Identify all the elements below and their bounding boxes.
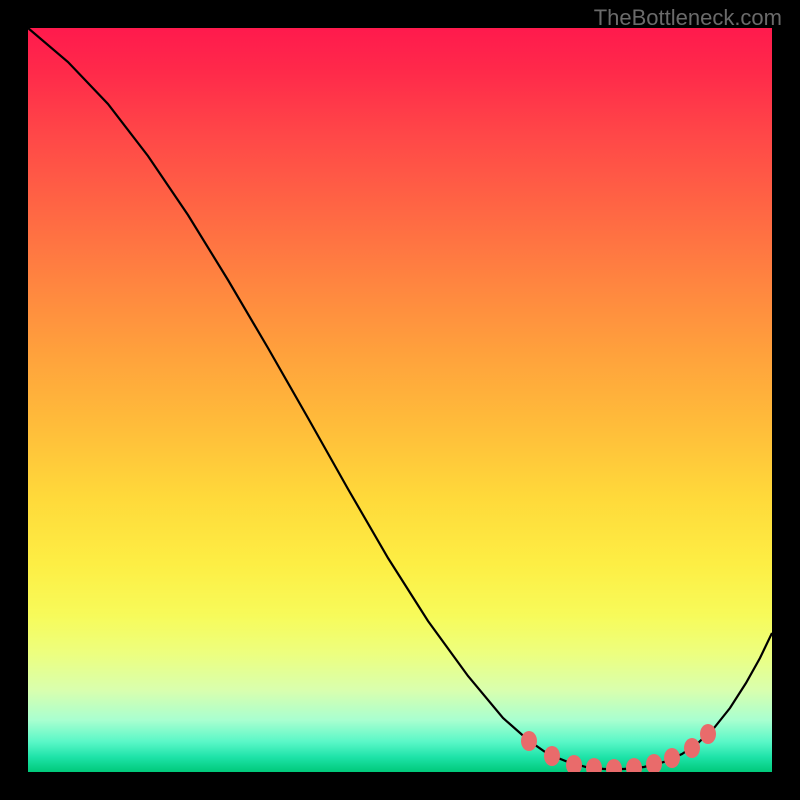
marker-point xyxy=(566,755,582,772)
marker-point xyxy=(626,758,642,772)
marker-point xyxy=(684,738,700,758)
watermark-text: TheBottleneck.com xyxy=(594,5,782,31)
marker-point xyxy=(664,748,680,768)
marker-point xyxy=(586,758,602,772)
plot-area xyxy=(28,28,772,772)
chart-svg xyxy=(28,28,772,772)
markers-group xyxy=(521,724,716,772)
marker-point xyxy=(544,746,560,766)
marker-point xyxy=(606,759,622,772)
curve-line xyxy=(28,28,772,769)
marker-point xyxy=(646,754,662,772)
marker-point xyxy=(521,731,537,751)
marker-point xyxy=(700,724,716,744)
